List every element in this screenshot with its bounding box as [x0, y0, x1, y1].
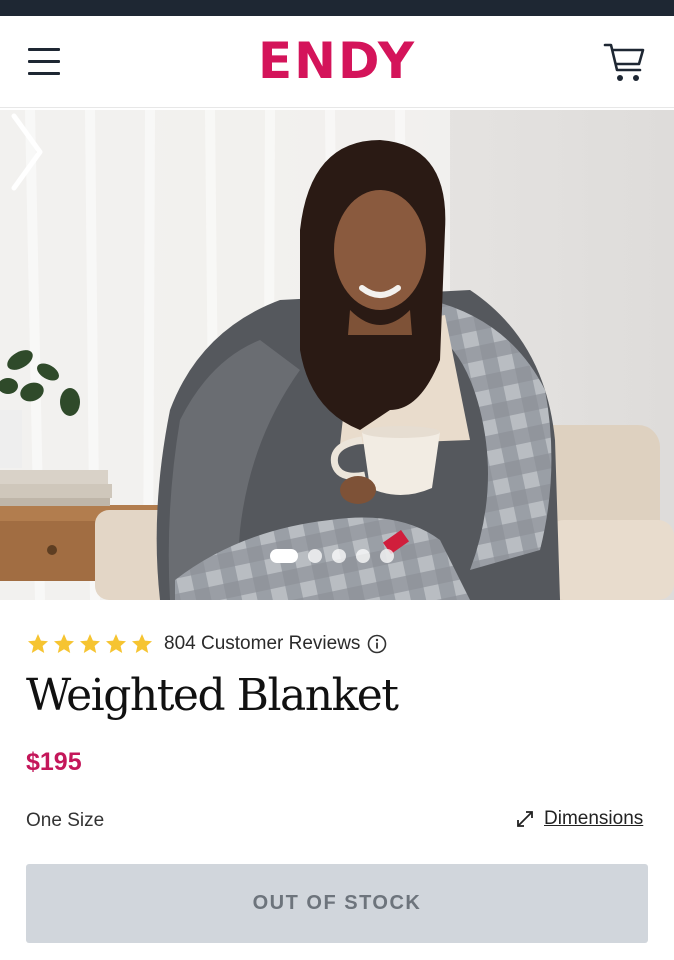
star-rating [26, 632, 154, 656]
carousel-pagination [270, 548, 394, 564]
site-header: ENDY [0, 16, 674, 108]
product-price: $195 [26, 748, 82, 776]
carousel-dot-5[interactable] [380, 549, 394, 563]
dimensions-label[interactable]: Dimensions [544, 808, 643, 830]
product-image-carousel[interactable] [0, 110, 674, 600]
size-label: One Size [26, 810, 105, 831]
carousel-next-arrow[interactable] [0, 110, 52, 194]
info-icon[interactable] [367, 634, 387, 654]
star-icon [106, 634, 126, 653]
product-photo [0, 110, 674, 600]
out-of-stock-button[interactable]: OUT OF STOCK [26, 864, 648, 943]
carousel-dot-1[interactable] [270, 549, 298, 563]
product-title: Weighted Blanket [26, 670, 399, 721]
carousel-dot-4[interactable] [356, 549, 370, 563]
dimensions-link[interactable]: Dimensions [514, 808, 643, 830]
carousel-dot-2[interactable] [308, 549, 322, 563]
brand-logo[interactable]: ENDY [0, 30, 674, 92]
cart-button[interactable] [602, 40, 646, 86]
star-icon [28, 634, 48, 653]
chevron-right-icon [11, 113, 43, 191]
star-icon [132, 634, 152, 653]
star-icon [54, 634, 74, 653]
expand-arrows-icon [517, 811, 533, 827]
shopping-cart-icon [603, 43, 645, 81]
status-bar [0, 0, 674, 16]
carousel-dot-3[interactable] [332, 549, 346, 563]
reviews-row[interactable]: 804 Customer Reviews [26, 630, 387, 658]
star-icon [80, 634, 100, 653]
reviews-count[interactable]: 804 Customer Reviews [164, 633, 360, 655]
